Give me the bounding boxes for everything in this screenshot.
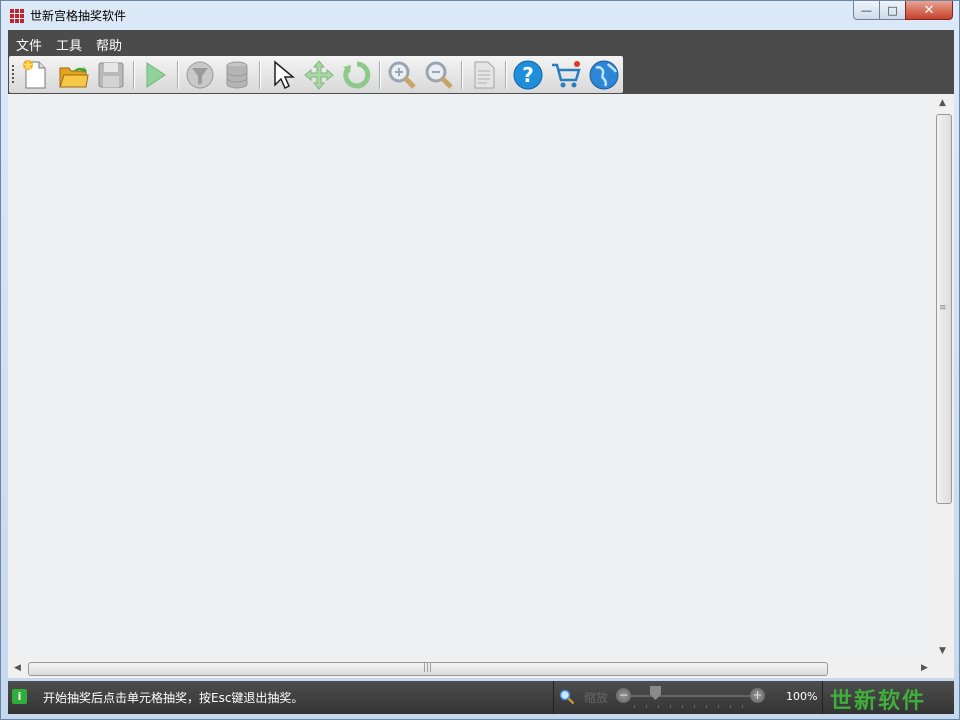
brand-logo: 世新软件 <box>830 688 927 714</box>
horizontal-scrollbar[interactable]: ◀ ||| ▶ <box>8 660 934 678</box>
zoom-out-icon <box>425 61 453 89</box>
zoom-in-button[interactable] <box>386 59 418 91</box>
vertical-scroll-thumb[interactable]: ≡ <box>936 114 952 504</box>
scroll-left-icon[interactable]: ◀ <box>14 664 21 673</box>
shop-button[interactable] <box>550 59 582 91</box>
draw-canvas[interactable] <box>8 94 934 660</box>
toolbar-separator <box>461 61 463 89</box>
select-button[interactable] <box>266 59 298 91</box>
play-icon <box>146 62 166 88</box>
toolbar-grip[interactable] <box>12 65 14 83</box>
menu-help[interactable]: 帮助 <box>96 35 122 54</box>
zoom-plus-button[interactable]: + <box>750 688 765 703</box>
scroll-up-icon[interactable]: ▲ <box>939 99 946 108</box>
zoom-slider-ticks <box>634 705 754 708</box>
toolbar-separator <box>259 61 261 89</box>
help-icon: ? <box>513 60 543 90</box>
new-button[interactable] <box>19 59 51 91</box>
help-button[interactable]: ? <box>512 59 544 91</box>
move-button[interactable] <box>303 59 335 91</box>
zoom-out-button[interactable] <box>423 59 455 91</box>
document-button[interactable] <box>468 59 500 91</box>
maximize-button[interactable]: □ <box>879 1 906 20</box>
magnifier-icon <box>559 689 575 705</box>
zoom-panel: 缩放 − + 100% <box>553 681 823 714</box>
move-icon <box>304 60 334 90</box>
zoom-label: 缩放 <box>584 691 609 705</box>
toolbar-separator <box>379 61 381 89</box>
document-icon <box>474 61 495 89</box>
filter-icon <box>186 61 214 89</box>
toolbar: ? <box>9 56 623 93</box>
window-title: 世新宫格抽奖软件 <box>30 9 127 23</box>
open-folder-icon <box>59 66 89 88</box>
title-bar[interactable]: 世新宫格抽奖软件 — □ ✕ <box>1 1 959 29</box>
close-icon: ✕ <box>923 2 935 18</box>
scroll-down-icon[interactable]: ▼ <box>939 647 946 656</box>
vertical-scrollbar[interactable]: ▲ ≡ ▼ <box>934 94 954 660</box>
menu-bar: 文件 工具 帮助 <box>8 30 954 55</box>
scroll-corner <box>934 660 954 678</box>
menu-file[interactable]: 文件 <box>16 35 42 54</box>
globe-icon <box>589 60 619 90</box>
filter-button[interactable] <box>184 59 216 91</box>
zoom-slider-track[interactable] <box>631 695 755 697</box>
app-window: 世新宫格抽奖软件 — □ ✕ 文件 工具 帮助 ? ▲ ≡ ▼ ◀ ||| ▶ … <box>0 0 960 720</box>
zoom-slider-thumb[interactable] <box>650 686 661 700</box>
rotate-button[interactable] <box>341 59 373 91</box>
save-button[interactable] <box>95 59 127 91</box>
open-button[interactable] <box>57 59 89 91</box>
cart-icon <box>552 61 581 88</box>
minimize-icon: — <box>861 3 872 17</box>
zoom-value: 100% <box>786 690 818 703</box>
maximize-icon: □ <box>887 3 898 17</box>
thumb-grip-icon: ||| <box>423 663 433 673</box>
close-button[interactable]: ✕ <box>905 1 953 20</box>
save-disk-icon <box>98 62 124 88</box>
start-button[interactable] <box>139 59 171 91</box>
menu-tools[interactable]: 工具 <box>56 35 82 54</box>
toolbar-separator <box>505 61 507 89</box>
zoom-in-icon <box>388 61 416 89</box>
pointer-icon <box>274 60 296 90</box>
toolbar-separator <box>133 61 135 89</box>
minimize-button[interactable]: — <box>853 1 880 20</box>
rotate-icon <box>343 61 371 89</box>
svg-text:?: ? <box>522 63 534 87</box>
website-button[interactable] <box>588 59 620 91</box>
horizontal-scroll-thumb[interactable]: ||| <box>28 662 828 676</box>
app-grid-icon <box>10 9 24 23</box>
status-bar: i 开始抽奖后点击单元格抽奖，按Esc键退出抽奖。 缩放 − + 100% 世新… <box>8 681 954 714</box>
status-message: 开始抽奖后点击单元格抽奖，按Esc键退出抽奖。 <box>43 691 304 705</box>
toolbar-strip: ? <box>8 55 954 94</box>
new-file-icon <box>23 60 46 89</box>
toolbar-separator <box>177 61 179 89</box>
info-icon: i <box>12 689 27 704</box>
database-button[interactable] <box>221 59 253 91</box>
zoom-minus-button[interactable]: − <box>616 688 631 703</box>
thumb-grip-icon: ≡ <box>939 303 947 313</box>
database-icon <box>226 61 248 89</box>
scroll-right-icon[interactable]: ▶ <box>921 664 928 673</box>
